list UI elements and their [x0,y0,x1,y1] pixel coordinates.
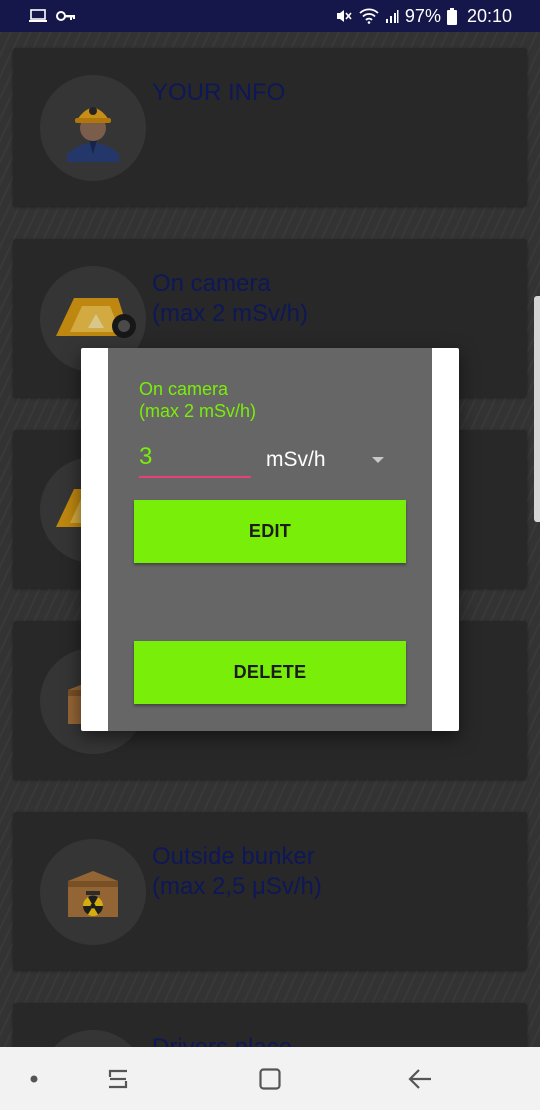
delete-button[interactable]: DELETE [134,641,406,704]
laptop-icon [28,8,48,24]
wifi-icon [359,8,379,24]
unit-select-value: mSv/h [266,448,326,471]
status-bar: 97% 20:10 [0,0,540,32]
key-icon [56,10,76,22]
edit-button[interactable]: EDIT [134,500,406,563]
home-icon[interactable] [242,1047,298,1110]
clock: 20:10 [466,5,512,26]
unit-select[interactable]: mSv/h [266,442,386,478]
signal-icon [385,9,399,23]
battery-percent: 97% [404,5,441,26]
scrollbar-handle[interactable] [534,296,540,522]
mute-icon [335,8,353,24]
battery-icon [446,7,457,25]
dialog-title: On camera (max 2 mSv/h) [139,379,257,421]
chevron-down-icon [372,457,384,463]
dialog-content: On camera (max 2 mSv/h) mSv/h EDIT DELET… [108,348,432,731]
dot-icon[interactable] [14,1047,54,1110]
recents-icon[interactable] [90,1047,146,1110]
dose-value-input[interactable] [139,442,251,478]
navigation-bar [0,1047,540,1110]
back-icon[interactable] [392,1047,448,1110]
edit-dose-dialog: On camera (max 2 mSv/h) mSv/h EDIT DELET… [81,348,459,731]
